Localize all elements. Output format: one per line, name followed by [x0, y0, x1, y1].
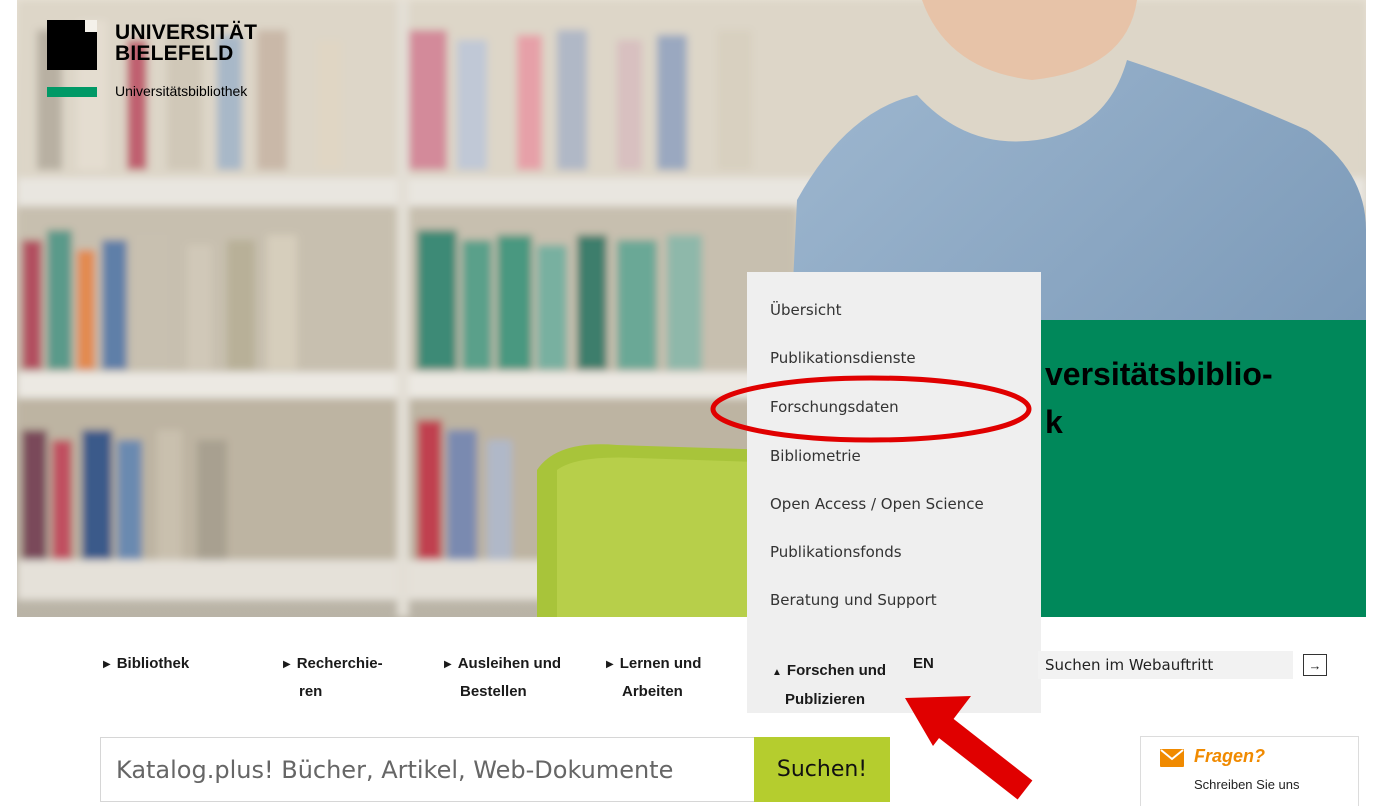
contact-subtitle: Schreiben Sie uns — [1194, 777, 1300, 792]
nav-item-recherchieren[interactable]: ▶ Recherchie- ren — [283, 651, 383, 705]
dropdown-item-publikationsfonds[interactable]: Publikationsfonds — [770, 543, 902, 561]
nav-label-line2: ren — [299, 683, 323, 700]
logo-green-bar — [47, 87, 97, 97]
hero-title-line1: versitätsbiblio- — [1045, 356, 1273, 392]
triangle-right-icon: ▶ — [444, 659, 452, 670]
hero-title: versitätsbiblio- k — [1045, 350, 1366, 446]
university-logo[interactable]: UNIVERSITÄT BIELEFELD Universitätsbiblio… — [47, 20, 307, 110]
nav-label: Lernen und — [619, 655, 702, 672]
catalog-search-button[interactable]: Suchen! — [754, 737, 890, 802]
hero-banner: UNIVERSITÄT BIELEFELD Universitätsbiblio… — [17, 0, 1366, 617]
hero-title-box: versitätsbiblio- k — [1039, 320, 1366, 617]
site-search: → — [1038, 651, 1338, 679]
nav-label-line2: Publizieren — [785, 691, 866, 708]
dropdown-item-bibliometrie[interactable]: Bibliometrie — [770, 447, 861, 465]
nav-label: Ausleihen und — [457, 655, 562, 672]
envelope-icon — [1160, 749, 1184, 767]
catalog-search: Suchen! — [100, 737, 890, 802]
dropdown-item-forschungsdaten[interactable]: Forschungsdaten — [770, 398, 899, 416]
nav-label-line2: Arbeiten — [622, 683, 683, 700]
dropdown-forschen-und-publizieren: Übersicht Publikationsdienste Forschungs… — [747, 272, 1041, 713]
nav-item-bibliothek[interactable]: ▶ Bibliothek — [103, 651, 189, 679]
nav-item-lernen-und-arbeiten[interactable]: ▶ Lernen und Arbeiten — [606, 651, 701, 705]
logo-text-bielefeld: BIELEFELD — [115, 42, 234, 65]
nav-label: Bibliothek — [116, 655, 190, 672]
nav-label: Recherchie- — [296, 655, 383, 672]
dropdown-item-publikationsdienste[interactable]: Publikationsdienste — [770, 349, 916, 367]
logo-subtitle: Universitätsbibliothek — [115, 83, 248, 99]
dropdown-item-beratung-und-support[interactable]: Beratung und Support — [770, 591, 937, 609]
nav-item-forschen-und-publizieren[interactable]: ▲ Forschen und Publizieren — [772, 657, 886, 713]
language-switch-en[interactable]: EN — [913, 655, 934, 672]
triangle-up-icon: ▲ — [772, 667, 782, 678]
nav-label: Forschen und — [786, 662, 887, 679]
hero-title-line2: k — [1045, 404, 1063, 440]
nav-label-line2: Bestellen — [460, 683, 527, 700]
nav-item-ausleihen-und-bestellen[interactable]: ▶ Ausleihen und Bestellen — [444, 651, 561, 705]
triangle-right-icon: ▶ — [606, 659, 614, 670]
arrow-right-icon: → — [1308, 657, 1322, 673]
logo-mark-notch — [85, 20, 97, 32]
catalog-search-input[interactable] — [100, 737, 754, 802]
triangle-right-icon: ▶ — [283, 659, 291, 670]
triangle-right-icon: ▶ — [103, 659, 111, 670]
contact-box[interactable]: Fragen? Schreiben Sie uns — [1140, 736, 1359, 806]
site-search-input[interactable] — [1038, 651, 1293, 679]
contact-title: Fragen? — [1194, 746, 1266, 766]
dropdown-item-uebersicht[interactable]: Übersicht — [770, 301, 842, 319]
dropdown-item-open-access[interactable]: Open Access / Open Science — [770, 495, 984, 513]
logo-text-universitaet: UNIVERSITÄT — [115, 21, 258, 44]
site-search-submit[interactable]: → — [1303, 654, 1327, 676]
